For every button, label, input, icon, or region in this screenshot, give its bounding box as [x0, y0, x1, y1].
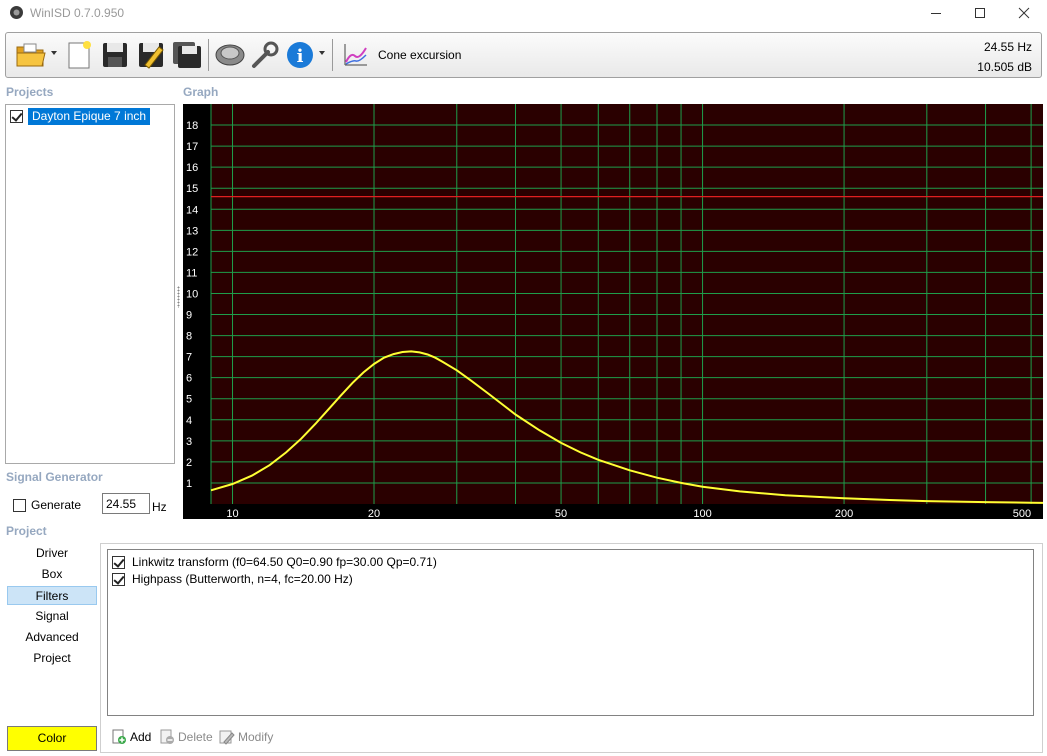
toolbar: i Cone excursion 24.55 Hz 10.505 dB: [5, 32, 1042, 78]
pencil-icon: [219, 730, 235, 745]
y-tick-label: 4: [186, 415, 192, 427]
filter-description[interactable]: Linkwitz transform (f0=64.50 Q0=0.90 fp=…: [132, 555, 437, 569]
y-tick-label: 9: [186, 310, 192, 322]
signal-generator-heading: Signal Generator: [6, 470, 103, 484]
x-tick-label: 20: [368, 508, 380, 519]
project-visible-checkbox[interactable]: [10, 110, 23, 123]
y-tick-label: 10: [186, 288, 198, 300]
save-all-icon: [173, 42, 201, 68]
delete-icon: [160, 729, 174, 744]
filter-description[interactable]: Highpass (Butterworth, n=4, fc=20.00 Hz): [132, 572, 353, 586]
y-tick-label: 14: [186, 204, 198, 216]
y-tick-label: 6: [186, 373, 192, 385]
modify-label: Modify: [238, 730, 274, 744]
generate-label: Generate: [31, 498, 82, 512]
y-tick-label: 12: [186, 246, 198, 258]
filter-item[interactable]: Highpass (Butterworth, n=4, fc=20.00 Hz): [112, 571, 353, 587]
tools-button[interactable]: [248, 38, 282, 72]
y-tick-label: 18: [186, 120, 198, 132]
splitter-handle[interactable]: [177, 286, 180, 308]
x-tick-label: 10: [226, 508, 238, 519]
generate-checkbox[interactable]: [13, 498, 26, 512]
plot-area: [211, 104, 1043, 504]
generator-unit-label: Hz: [152, 500, 167, 514]
y-tick-label: 13: [186, 225, 198, 237]
nav-box[interactable]: Box: [7, 565, 97, 584]
projects-list[interactable]: Dayton Epique 7 inch: [5, 104, 175, 464]
y-tick-label: 11: [186, 267, 197, 279]
save-button[interactable]: [98, 38, 132, 72]
title-bar: WinISD 0.7.0.950: [0, 0, 1047, 26]
window-title: WinISD 0.7.0.950: [30, 6, 125, 20]
modify-filter-button[interactable]: Modify: [219, 729, 273, 745]
graph-type-button[interactable]: [338, 38, 372, 72]
color-button[interactable]: Color: [7, 726, 97, 751]
y-tick-label: 2: [186, 457, 192, 469]
nav-driver[interactable]: Driver: [7, 544, 97, 563]
save-as-button[interactable]: [134, 38, 168, 72]
svg-text:i: i: [297, 46, 304, 67]
generator-frequency-input[interactable]: [102, 493, 150, 514]
save-all-button[interactable]: [170, 38, 204, 72]
cursor-frequency-readout: 24.55 Hz: [983, 40, 1032, 54]
folder-open-icon: [16, 43, 46, 67]
x-tick-label: 500: [1013, 508, 1031, 519]
y-tick-label: 15: [186, 183, 198, 195]
speaker-icon: [215, 44, 245, 66]
info-icon: i: [287, 42, 313, 68]
y-tick-label: 5: [186, 394, 192, 406]
graph-heading: Graph: [183, 85, 219, 99]
y-tick-label: 16: [186, 162, 198, 174]
open-dropdown-icon[interactable]: [51, 51, 57, 55]
filters-list[interactable]: Linkwitz transform (f0=64.50 Q0=0.90 fp=…: [107, 549, 1034, 716]
info-dropdown-icon[interactable]: [319, 51, 325, 55]
graph-panel[interactable]: 1 2 3 4 5 6 7 8 9 10 11 12 13 14 15 16 17 18 10 20 50 100 200…: [183, 104, 1043, 519]
save-edit-icon: [139, 43, 164, 69]
projects-heading: Projects: [6, 85, 54, 99]
cursor-level-readout: 10.505 dB: [977, 60, 1032, 74]
open-button[interactable]: [13, 38, 49, 72]
y-tick-label: 7: [186, 352, 192, 364]
wrench-icon: [252, 41, 279, 68]
nav-project[interactable]: Project: [7, 649, 97, 668]
save-icon: [103, 43, 127, 67]
x-tick-label: 200: [835, 508, 853, 519]
app-icon: [10, 6, 23, 19]
chart-line-icon: [344, 44, 367, 66]
maximize-icon: [975, 8, 985, 18]
minimize-icon: [931, 13, 941, 14]
y-tick-label: 3: [186, 436, 192, 448]
new-document-icon: [68, 41, 91, 69]
y-tick-label: 17: [186, 141, 198, 153]
project-heading: Project: [6, 524, 47, 538]
y-tick-label: 1: [186, 478, 192, 490]
filter-enabled-checkbox[interactable]: [112, 555, 125, 569]
excursion-chart[interactable]: 123456789101112131415161718 10 20 50 100 200…: [183, 104, 1043, 519]
add-filter-button[interactable]: Add: [111, 729, 151, 745]
filter-item[interactable]: Linkwitz transform (f0=64.50 Q0=0.90 fp=…: [112, 554, 437, 570]
filter-enabled-checkbox[interactable]: [112, 572, 125, 586]
graph-type-label[interactable]: Cone excursion: [378, 48, 461, 62]
close-button[interactable]: [1001, 0, 1047, 26]
add-icon: [112, 729, 126, 744]
new-project-button[interactable]: [62, 38, 96, 72]
generate-toggle[interactable]: Generate: [13, 498, 81, 512]
minimize-button[interactable]: [913, 0, 959, 26]
add-label: Add: [130, 730, 152, 744]
close-icon: [1018, 7, 1030, 19]
project-name[interactable]: Dayton Epique 7 inch: [28, 108, 151, 125]
y-tick-label: 8: [186, 331, 192, 343]
project-item[interactable]: Dayton Epique 7 inch: [10, 108, 151, 125]
x-tick-label: 50: [555, 508, 567, 519]
x-tick-label: 100: [693, 508, 711, 519]
nav-signal[interactable]: Signal: [7, 607, 97, 626]
delete-label: Delete: [178, 730, 213, 744]
info-button[interactable]: i: [284, 38, 316, 72]
nav-filters[interactable]: Filters: [7, 586, 97, 605]
driver-editor-button[interactable]: [212, 38, 248, 72]
delete-filter-button[interactable]: Delete: [159, 729, 213, 745]
nav-advanced[interactable]: Advanced: [7, 628, 97, 647]
maximize-button[interactable]: [957, 0, 1003, 26]
